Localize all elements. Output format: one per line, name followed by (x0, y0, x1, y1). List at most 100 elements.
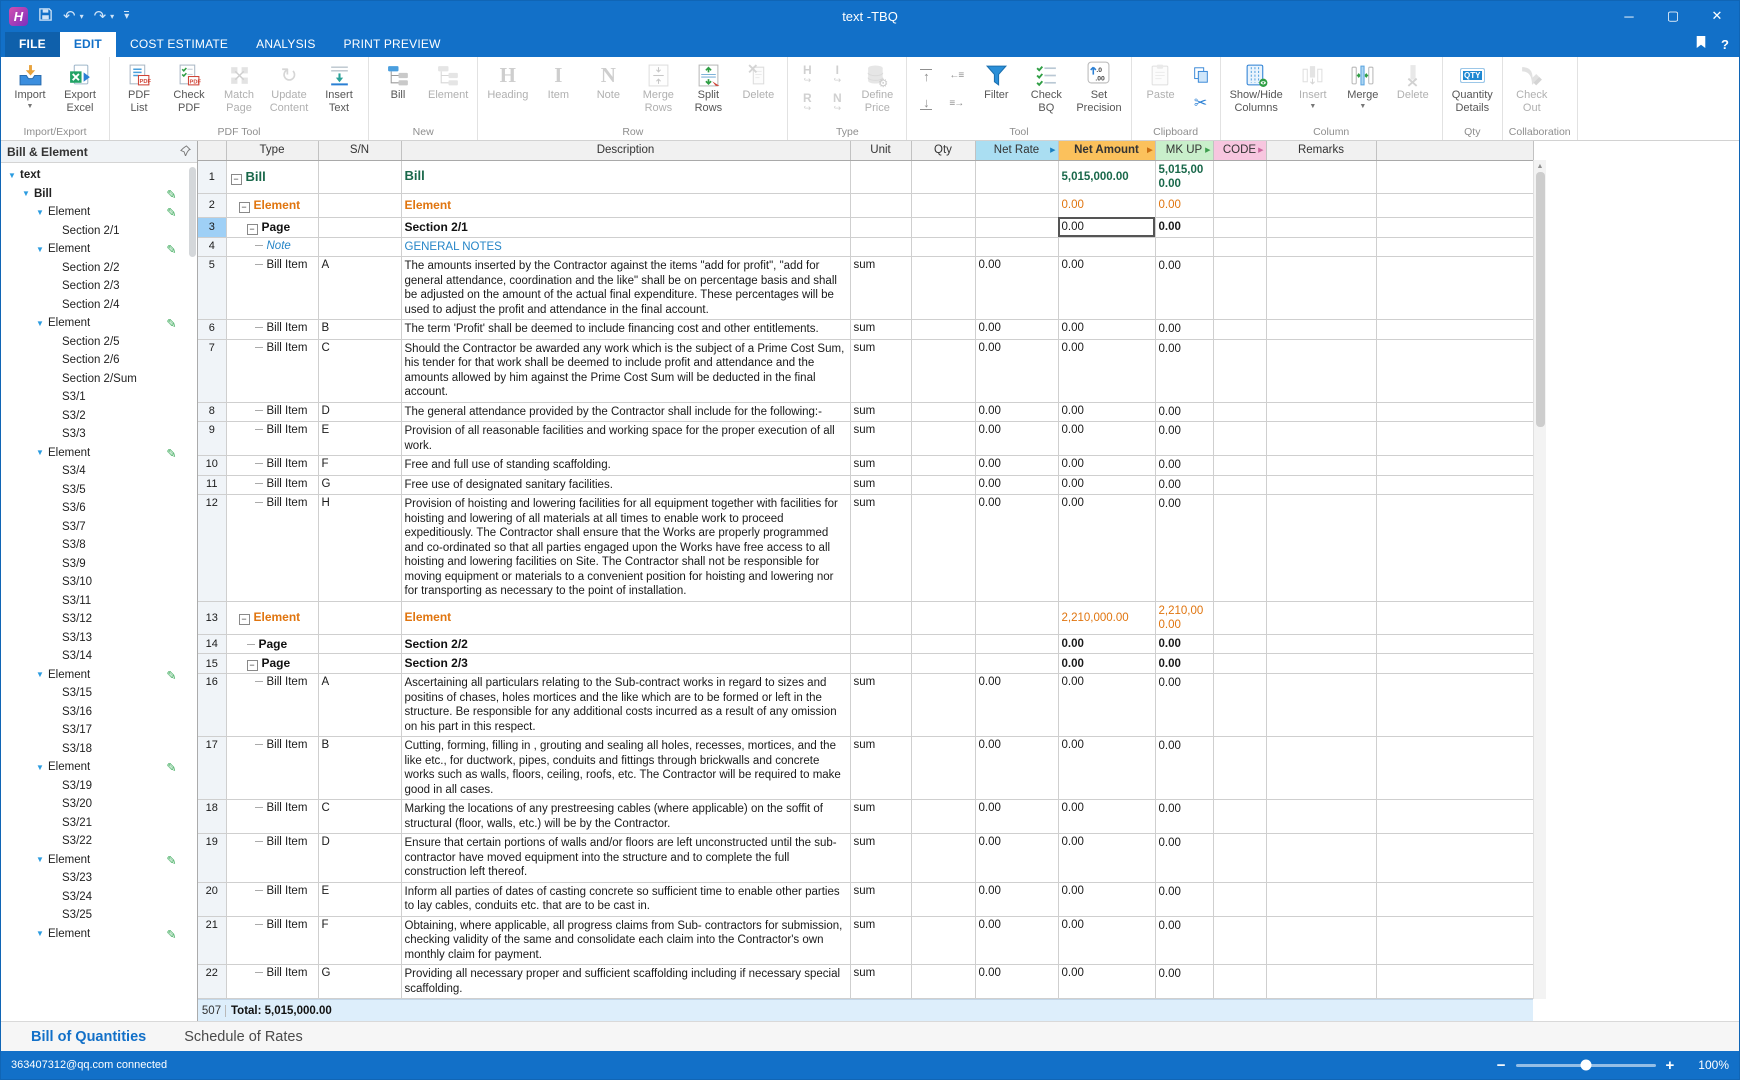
cell-remarks[interactable] (1266, 456, 1376, 476)
cut-button[interactable]: ✂ (1189, 91, 1213, 115)
cell-qty[interactable] (911, 237, 975, 257)
cell-description[interactable]: Element (401, 601, 850, 634)
tree-item-bill[interactable]: ▼Bill✎ (1, 185, 197, 204)
cell-qty[interactable] (911, 601, 975, 634)
cell-qty[interactable] (911, 834, 975, 883)
close-button[interactable]: ✕ (1695, 1, 1739, 31)
cell-net-rate[interactable]: 0.00 (975, 916, 1058, 965)
header-filter-arrow-icon[interactable]: ▶ (1205, 146, 1210, 154)
row-number[interactable]: 12 (198, 495, 226, 602)
cell-unit[interactable]: sum (850, 402, 911, 422)
tree-collapse-icon[interactable]: ▼ (21, 189, 31, 198)
tree-item-s3-25[interactable]: S3/25 (1, 906, 197, 925)
cell-mkup[interactable]: 0.00 (1155, 422, 1213, 456)
sidebar-scrollbar[interactable] (189, 167, 196, 1015)
row-number[interactable]: 8 (198, 402, 226, 422)
edit-pencil-icon[interactable]: ✎ (165, 762, 179, 772)
cell-mkup[interactable]: 0.00 (1155, 193, 1213, 217)
cell-code[interactable] (1213, 257, 1266, 320)
cell-mkup[interactable]: 0.00 (1155, 320, 1213, 340)
cell-net-amount[interactable]: 0.00 (1058, 916, 1155, 965)
cell-net-amount[interactable]: 0.00 (1058, 475, 1155, 495)
cell-net-amount[interactable]: 0.00 (1058, 402, 1155, 422)
cell-net-rate[interactable] (975, 601, 1058, 634)
row-number[interactable]: 1 (198, 160, 226, 193)
tree-item-s3-9[interactable]: S3/9 (1, 555, 197, 574)
cell-code[interactable] (1213, 916, 1266, 965)
dropdown-arrow-icon[interactable]: ▼ (1359, 103, 1366, 110)
cell-mkup[interactable]: 0.00 (1155, 737, 1213, 800)
cell-description[interactable]: Ascertaining all particulars relating to… (401, 674, 850, 737)
cell-description[interactable]: Provision of hoisting and lowering facil… (401, 495, 850, 602)
cell-serial[interactable]: D (318, 402, 401, 422)
tree-item-s3-15[interactable]: S3/15 (1, 684, 197, 703)
convert-to-item-button[interactable]: I↪ (825, 63, 849, 87)
cell-remarks[interactable] (1266, 402, 1376, 422)
collapse-box-icon[interactable]: − (247, 660, 258, 671)
tree-item-s3-17[interactable]: S3/17 (1, 721, 197, 740)
cell-serial[interactable] (318, 217, 401, 237)
cell-qty[interactable] (911, 737, 975, 800)
cell-description[interactable]: Free use of designated sanitary faciliti… (401, 475, 850, 495)
cell-mkup[interactable]: 0.00 (1155, 882, 1213, 916)
dropdown-arrow-icon[interactable]: ▼ (1309, 103, 1316, 110)
tree-item-s3-20[interactable]: S3/20 (1, 795, 197, 814)
row-number[interactable]: 10 (198, 456, 226, 476)
outdent-button[interactable]: ←≡ (944, 63, 968, 87)
element-button[interactable]: Element (423, 59, 473, 102)
cell-code[interactable] (1213, 834, 1266, 883)
cell-net-amount[interactable]: 0.00 (1058, 422, 1155, 456)
cell-description[interactable]: Obtaining, where applicable, all progres… (401, 916, 850, 965)
cell-serial[interactable]: F (318, 916, 401, 965)
show-hide-columns-button[interactable]: Show/Hide Columns (1225, 59, 1288, 114)
cell-qty[interactable] (911, 193, 975, 217)
cell-description[interactable]: Element (401, 193, 850, 217)
cell-remarks[interactable] (1266, 674, 1376, 737)
tree-item-s3-4[interactable]: S3/4 (1, 462, 197, 481)
cell-qty[interactable] (911, 965, 975, 999)
row-number[interactable]: 13 (198, 601, 226, 634)
cell-type[interactable]: Bill Item (226, 402, 318, 422)
tree-item-element[interactable]: ▼Element✎ (1, 758, 197, 777)
cell-mkup[interactable]: 0.00 (1155, 634, 1213, 654)
cell-net-amount[interactable] (1058, 237, 1155, 257)
cell-unit[interactable] (850, 601, 911, 634)
convert-to-note-button[interactable]: N↪ (825, 91, 849, 115)
tree-collapse-icon[interactable]: ▼ (35, 319, 45, 328)
cell-unit[interactable]: sum (850, 456, 911, 476)
cell-code[interactable] (1213, 882, 1266, 916)
tree-item-s3-10[interactable]: S3/10 (1, 573, 197, 592)
row-number[interactable]: 18 (198, 800, 226, 834)
collapse-box-icon[interactable]: − (231, 174, 242, 185)
cell-remarks[interactable] (1266, 320, 1376, 340)
cell-unit[interactable]: sum (850, 339, 911, 402)
tree-item-section-2-1[interactable]: Section 2/1 (1, 222, 197, 241)
cell-serial[interactable]: C (318, 800, 401, 834)
redo-dropdown-icon[interactable]: ▾ (110, 12, 114, 21)
cell-net-amount[interactable]: 0.00 (1058, 193, 1155, 217)
tree-item-section-2-sum[interactable]: Section 2/Sum (1, 370, 197, 389)
cell-type[interactable]: Bill Item (226, 456, 318, 476)
cell-serial[interactable] (318, 601, 401, 634)
cell-description[interactable]: Free and full use of standing scaffoldin… (401, 456, 850, 476)
cell-mkup[interactable]: 0.00 (1155, 456, 1213, 476)
define-price-button[interactable]: ⚙Define Price (852, 59, 902, 114)
merge-rows-button[interactable]: Merge Rows (633, 59, 683, 114)
cell-unit[interactable]: sum (850, 737, 911, 800)
header-filter-arrow-icon[interactable]: ▶ (1147, 146, 1152, 154)
cell-serial[interactable]: F (318, 456, 401, 476)
cell-code[interactable] (1213, 634, 1266, 654)
tab-file[interactable]: FILE (5, 32, 60, 57)
undo-dropdown-icon[interactable]: ▾ (80, 12, 84, 21)
collapse-box-icon[interactable]: − (239, 202, 250, 213)
edit-pencil-icon[interactable]: ✎ (165, 448, 179, 458)
cell-code[interactable] (1213, 217, 1266, 237)
cell-qty[interactable] (911, 916, 975, 965)
cell-mkup[interactable]: 0.00 (1155, 674, 1213, 737)
cell-unit[interactable]: sum (850, 882, 911, 916)
cell-remarks[interactable] (1266, 217, 1376, 237)
cell-qty[interactable] (911, 800, 975, 834)
cell-description[interactable]: Provision of all reasonable facilities a… (401, 422, 850, 456)
cell-net-amount[interactable]: 2,210,000.00 (1058, 601, 1155, 634)
cell-net-rate[interactable] (975, 654, 1058, 674)
